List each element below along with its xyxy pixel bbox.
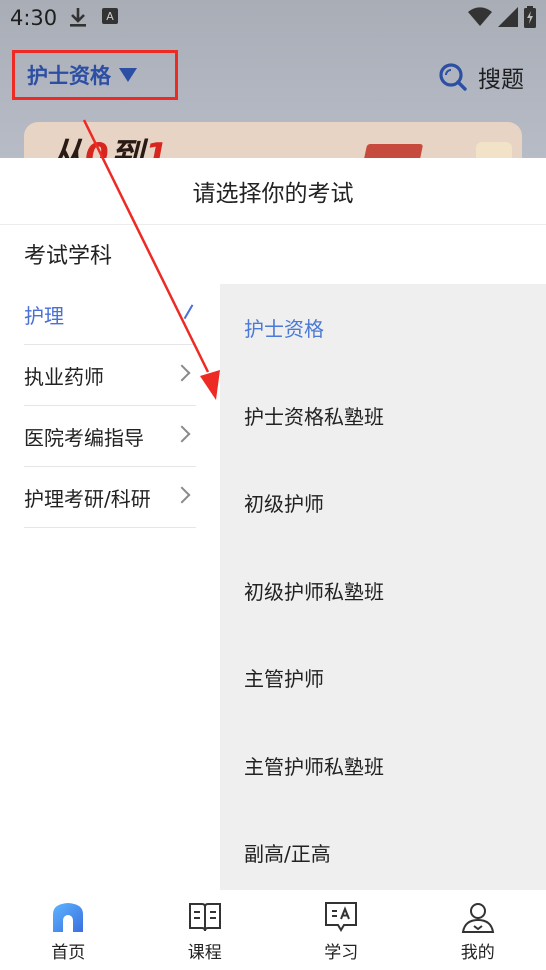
nav-study-label: 学习 xyxy=(324,943,359,963)
check-icon xyxy=(177,300,194,320)
chevron-right-icon xyxy=(173,364,191,382)
nav-profile-label: 我的 xyxy=(460,943,495,963)
study-icon xyxy=(325,902,358,932)
nav-home-label: 首页 xyxy=(51,943,86,963)
exam-item[interactable]: 副高/正高 xyxy=(220,809,546,897)
exam-item[interactable]: 主管护师私塾班 xyxy=(220,722,546,810)
notification-a-icon: A xyxy=(102,8,118,24)
download-icon xyxy=(68,6,88,33)
status-time: 4:30 xyxy=(10,6,58,30)
subject-label: 执业药师 xyxy=(24,364,104,389)
exam-item[interactable]: 护士资格 xyxy=(220,284,546,372)
subject-heading: 考试学科 xyxy=(24,244,113,269)
status-indicators xyxy=(468,6,536,28)
subject-item-nursing[interactable]: 护理 xyxy=(24,284,196,345)
subject-label: 医院考编指导 xyxy=(24,425,144,450)
panel-title: 请选择你的考试 xyxy=(0,158,546,225)
exam-picker-panel: 请选择你的考试 考试学科 护理 执业药师 医院考编指导 护理考研/科研 护士资格… xyxy=(0,158,546,890)
status-bar: 4:30 A xyxy=(0,0,546,36)
subject-label: 护理考研/科研 xyxy=(24,486,151,511)
nav-courses[interactable]: 课程 xyxy=(137,890,274,970)
subject-item-nursing-research[interactable]: 护理考研/科研 xyxy=(24,467,196,528)
signal-icon xyxy=(498,7,518,27)
subject-item-pharmacist[interactable]: 执业药师 xyxy=(24,345,196,406)
nav-study[interactable]: 学习 xyxy=(273,890,410,970)
subject-item-hospital-exam[interactable]: 医院考编指导 xyxy=(24,406,196,467)
nav-courses-label: 课程 xyxy=(187,943,222,963)
triangle-down-icon xyxy=(119,68,137,82)
nav-home[interactable]: 首页 xyxy=(0,890,137,970)
exam-item[interactable]: 主管护师 xyxy=(220,634,546,722)
exam-item[interactable]: 初级护师 xyxy=(220,459,546,547)
chevron-right-icon xyxy=(173,425,191,443)
home-icon xyxy=(53,903,84,932)
chevron-right-icon xyxy=(173,486,191,504)
exam-item[interactable]: 初级护师私塾班 xyxy=(220,547,546,635)
search-button[interactable]: 搜题 xyxy=(438,60,524,94)
search-label: 搜题 xyxy=(478,67,524,93)
top-header: 护士资格 搜题 xyxy=(0,44,546,114)
exam-list: 护士资格 护士资格私塾班 初级护师 初级护师私塾班 主管护师 主管护师私塾班 副… xyxy=(220,284,546,890)
wifi-icon xyxy=(468,7,492,27)
search-icon xyxy=(439,63,467,91)
exam-item[interactable]: 护士资格私塾班 xyxy=(220,372,546,460)
user-icon xyxy=(461,903,494,933)
exam-selector-label: 护士资格 xyxy=(27,64,111,88)
subject-list: 护理 执业药师 医院考编指导 护理考研/科研 xyxy=(0,284,220,528)
exam-selector-button[interactable]: 护士资格 xyxy=(12,50,178,100)
subject-label: 护理 xyxy=(24,303,64,328)
nav-profile[interactable]: 我的 xyxy=(410,890,546,970)
bottom-nav: 首页 课程 学习 我的 xyxy=(0,890,546,970)
battery-icon xyxy=(524,6,536,28)
book-icon xyxy=(188,903,221,932)
